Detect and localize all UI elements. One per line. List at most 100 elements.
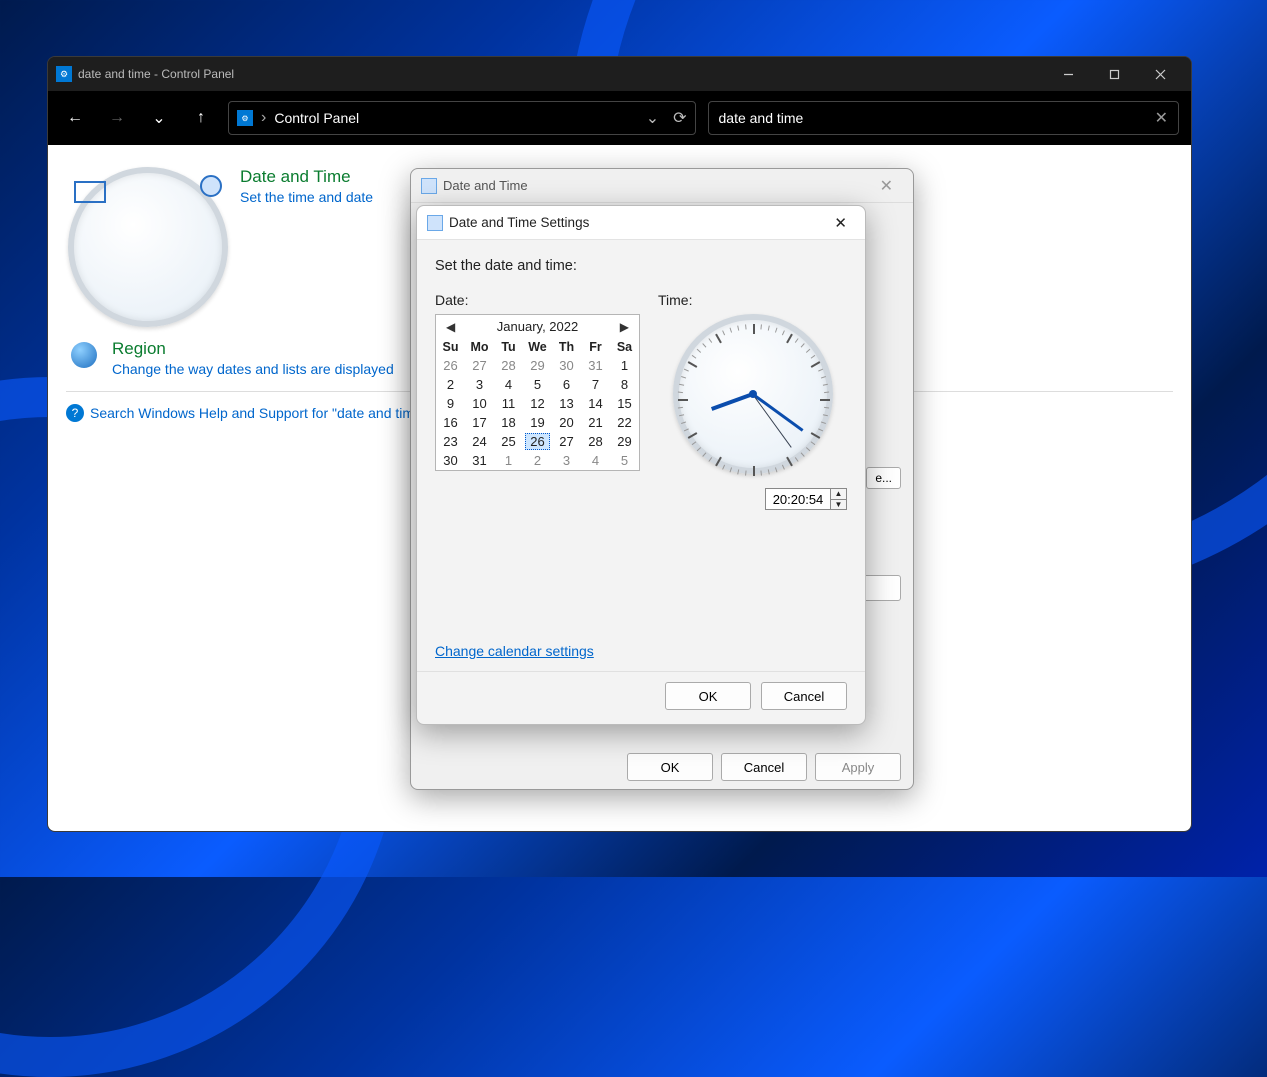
dialog1-ok-button[interactable]: OK xyxy=(627,753,713,781)
weekday-header: Th xyxy=(552,338,581,356)
dialog2-ok-button[interactable]: OK xyxy=(665,682,751,710)
maximize-button[interactable] xyxy=(1091,58,1137,90)
clock-tick xyxy=(729,328,731,333)
change-calendar-settings-link[interactable]: Change calendar settings xyxy=(435,643,847,659)
dialog2-titlebar[interactable]: Date and Time Settings ✕ xyxy=(417,206,865,240)
calendar-day[interactable]: 18 xyxy=(494,413,523,432)
clock-tick xyxy=(753,466,755,476)
calendar-day[interactable]: 26 xyxy=(523,432,552,451)
calendar-day[interactable]: 23 xyxy=(436,432,465,451)
search-input[interactable] xyxy=(719,110,1155,126)
dialog1-apply-button[interactable]: Apply xyxy=(815,753,901,781)
calendar-day[interactable]: 2 xyxy=(436,375,465,394)
time-label: Time: xyxy=(658,292,847,308)
calendar-day[interactable]: 1 xyxy=(610,356,639,375)
calendar-day[interactable]: 7 xyxy=(581,375,610,394)
clock-tick xyxy=(810,441,815,445)
calendar-day[interactable]: 6 xyxy=(552,375,581,394)
prev-month-button[interactable]: ◀ xyxy=(442,320,459,334)
calendar-day[interactable]: 30 xyxy=(552,356,581,375)
dialog2-heading: Set the date and time: xyxy=(435,258,847,274)
dialog1-close-button[interactable]: ✕ xyxy=(870,172,903,200)
dialog1-titlebar[interactable]: Date and Time ✕ xyxy=(411,169,913,203)
calendar-day[interactable]: 31 xyxy=(465,451,494,470)
calendar-day[interactable]: 28 xyxy=(494,356,523,375)
clock-tick xyxy=(786,334,793,344)
forward-button[interactable]: → xyxy=(102,103,132,133)
calendar-day[interactable]: 19 xyxy=(523,413,552,432)
clock-tick xyxy=(810,355,815,359)
calendar-day[interactable]: 13 xyxy=(552,394,581,413)
clock-tick xyxy=(729,467,731,472)
up-button[interactable]: ↑ xyxy=(186,103,216,133)
clock-tick xyxy=(822,414,827,416)
calendar-day[interactable]: 22 xyxy=(610,413,639,432)
weekday-header: Fr xyxy=(581,338,610,356)
back-button[interactable]: ← xyxy=(60,103,90,133)
clock-center xyxy=(749,390,757,398)
calendar-day[interactable]: 2 xyxy=(523,451,552,470)
address-dropdown-icon[interactable]: ⌄ xyxy=(646,108,659,128)
calendar-day[interactable]: 4 xyxy=(494,375,523,394)
close-button[interactable] xyxy=(1137,58,1183,90)
calendar[interactable]: ◀ January, 2022 ▶ SuMoTuWeThFrSa26272829… xyxy=(435,314,640,471)
minimize-button[interactable] xyxy=(1045,58,1091,90)
calendar-day[interactable]: 10 xyxy=(465,394,494,413)
dialog2-close-button[interactable]: ✕ xyxy=(826,210,855,236)
recent-dropdown[interactable]: ⌄ xyxy=(144,103,174,133)
calendar-day[interactable]: 25 xyxy=(494,432,523,451)
calendar-day[interactable]: 1 xyxy=(494,451,523,470)
address-text: Control Panel xyxy=(274,110,637,126)
dialog2-title: Date and Time Settings xyxy=(449,215,589,230)
calendar-day[interactable]: 26 xyxy=(436,356,465,375)
clear-search-icon[interactable]: ✕ xyxy=(1155,108,1168,128)
calendar-day[interactable]: 15 xyxy=(610,394,639,413)
calendar-day[interactable]: 5 xyxy=(610,451,639,470)
result-title: Region xyxy=(112,339,394,359)
time-input[interactable] xyxy=(765,488,831,510)
calendar-day[interactable]: 21 xyxy=(581,413,610,432)
hidden-change-button[interactable]: e... xyxy=(866,467,901,489)
calendar-day[interactable]: 27 xyxy=(465,356,494,375)
date-time-icon xyxy=(427,215,443,231)
clock-tick xyxy=(781,465,784,470)
calendar-day[interactable]: 28 xyxy=(581,432,610,451)
clock-tick xyxy=(800,452,804,456)
dialog1-cancel-button[interactable]: Cancel xyxy=(721,753,807,781)
calendar-day[interactable]: 29 xyxy=(610,432,639,451)
calendar-day[interactable]: 5 xyxy=(523,375,552,394)
dialog2-cancel-button[interactable]: Cancel xyxy=(761,682,847,710)
calendar-day[interactable]: 27 xyxy=(552,432,581,451)
clock-tick xyxy=(745,471,747,476)
clock-tick xyxy=(805,349,809,353)
calendar-day[interactable]: 20 xyxy=(552,413,581,432)
spin-up-icon[interactable]: ▲ xyxy=(831,489,846,500)
calendar-day[interactable]: 17 xyxy=(465,413,494,432)
calendar-day[interactable]: 31 xyxy=(581,356,610,375)
refresh-button[interactable]: ⟳ xyxy=(673,108,686,128)
calendar-month[interactable]: January, 2022 xyxy=(497,319,578,334)
search-box[interactable]: ✕ xyxy=(708,101,1180,135)
time-spinner[interactable]: ▲▼ xyxy=(831,488,847,510)
calendar-day[interactable]: 4 xyxy=(581,451,610,470)
clock-tick xyxy=(691,355,696,359)
spin-down-icon[interactable]: ▼ xyxy=(831,500,846,510)
calendar-day[interactable]: 14 xyxy=(581,394,610,413)
calendar-day[interactable]: 8 xyxy=(610,375,639,394)
result-link[interactable]: Set the time and date xyxy=(240,189,373,205)
calendar-day[interactable]: 30 xyxy=(436,451,465,470)
calendar-day[interactable]: 29 xyxy=(523,356,552,375)
calendar-day[interactable]: 24 xyxy=(465,432,494,451)
result-link[interactable]: Change the way dates and lists are displ… xyxy=(112,361,394,377)
calendar-day[interactable]: 3 xyxy=(552,451,581,470)
clock-tick xyxy=(753,324,755,334)
calendar-day[interactable]: 9 xyxy=(436,394,465,413)
address-bar[interactable]: ⚙ › Control Panel ⌄ ⟳ xyxy=(228,101,696,135)
next-month-button[interactable]: ▶ xyxy=(616,320,633,334)
calendar-day[interactable]: 11 xyxy=(494,394,523,413)
titlebar[interactable]: ⚙ date and time - Control Panel xyxy=(48,57,1191,91)
clock-tick xyxy=(794,338,798,343)
calendar-day[interactable]: 3 xyxy=(465,375,494,394)
calendar-day[interactable]: 16 xyxy=(436,413,465,432)
calendar-day[interactable]: 12 xyxy=(523,394,552,413)
